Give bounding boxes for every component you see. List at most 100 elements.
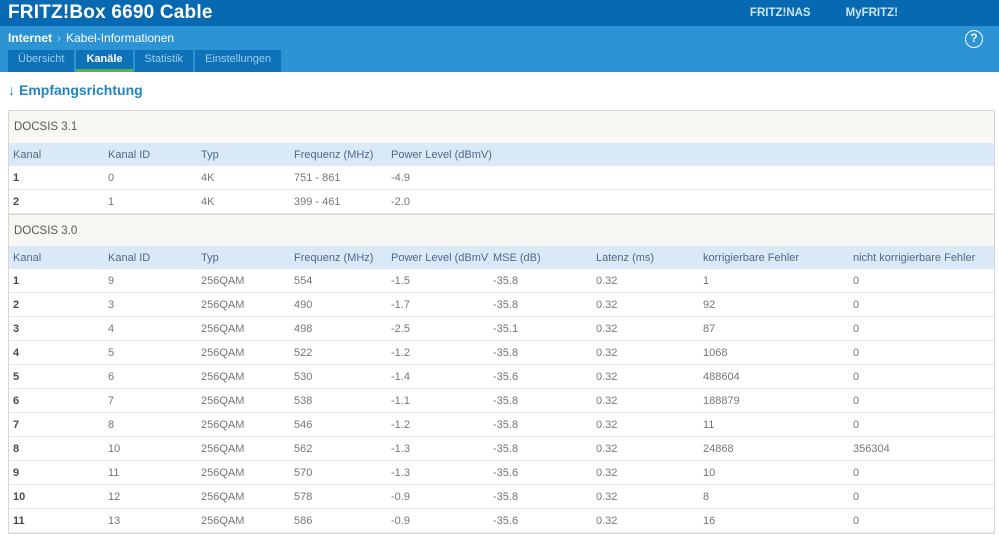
- cell: 1: [13, 274, 20, 287]
- column-header: Power Level (dBmV): [391, 251, 489, 264]
- column-header: Frequenz (MHz): [294, 251, 374, 264]
- cell: 256QAM: [201, 514, 245, 527]
- cell: 570: [294, 466, 313, 479]
- cell: 0: [853, 274, 860, 287]
- column-header: korrigierbare Fehler: [703, 251, 799, 264]
- cell: 0: [853, 346, 860, 359]
- column-header: Typ: [201, 251, 219, 264]
- cell: 0: [108, 171, 115, 184]
- table-row: 2 1 4K 399 - 461 -2.0: [9, 190, 994, 214]
- table-row: 2 3 256QAM 490 -1.7 -35.8 0.32 92 0: [9, 293, 994, 317]
- cell: -35.6: [493, 466, 519, 479]
- cell: 12: [108, 490, 121, 503]
- cell: 356304: [853, 442, 890, 455]
- tab-kanaele[interactable]: Kanäle: [76, 50, 133, 72]
- top-nav: FRITZ!NAS MyFRITZ!: [750, 0, 898, 26]
- sub-header-bar: Internet › Kabel-Informationen ? Übersic…: [0, 26, 999, 72]
- cell: 0: [853, 466, 860, 479]
- docsis30-body: 1 9 256QAM 554 -1.5 -35.8 0.32 1 0 2 3 256QAM 490 -1.…: [9, 269, 994, 533]
- cell: 256QAM: [201, 298, 245, 311]
- cell: 554: [294, 274, 313, 287]
- cell: 0: [853, 514, 860, 527]
- cell: 0.32: [596, 490, 618, 503]
- cell: -35.1: [493, 322, 519, 335]
- table-row: 5 6 256QAM 530 -1.4 -35.6 0.32 488604 0: [9, 365, 994, 389]
- help-icon[interactable]: ?: [965, 30, 983, 48]
- cell: 6: [13, 394, 20, 407]
- cell: -0.9: [391, 490, 410, 503]
- column-header: Kanal ID: [108, 251, 151, 264]
- column-header: Kanal: [13, 148, 42, 161]
- cell: -1.1: [391, 394, 410, 407]
- column-header: Frequenz (MHz): [294, 148, 374, 161]
- column-header: Kanal: [13, 251, 42, 264]
- cell: 5: [13, 370, 20, 383]
- tab-statistik[interactable]: Statistik: [134, 50, 194, 72]
- cell: 6: [108, 370, 115, 383]
- cell: 0: [853, 490, 860, 503]
- channel-tables-container: DOCSIS 3.1 Kanal Kanal ID Typ Frequenz (MHz…: [8, 110, 995, 534]
- docsis31-body: 1 0 4K 751 - 861 -4.9 2 1 4K 399 - 461 -2.0: [9, 166, 994, 214]
- cell: 256QAM: [201, 274, 245, 287]
- cell: 546: [294, 418, 313, 431]
- cell: 399 - 461: [294, 195, 341, 208]
- app-title: FRITZ!Box 6690 Cable: [8, 2, 213, 23]
- cell: 0.32: [596, 394, 618, 407]
- myfritz-link[interactable]: MyFRITZ!: [846, 7, 898, 19]
- fritznas-link[interactable]: FRITZ!NAS: [750, 7, 811, 19]
- cell: 256QAM: [201, 322, 245, 335]
- tab-uebersicht[interactable]: Übersicht: [8, 50, 75, 72]
- cell: 0.32: [596, 466, 618, 479]
- cell: -1.5: [391, 274, 410, 287]
- cell: -35.8: [493, 394, 519, 407]
- cell: 0: [853, 418, 860, 431]
- cell: -35.8: [493, 346, 519, 359]
- cell: 8: [703, 490, 710, 503]
- docsis31-table: DOCSIS 3.1 Kanal Kanal ID Typ Frequenz (MHz…: [9, 111, 994, 214]
- cell: 256QAM: [201, 394, 245, 407]
- breadcrumb-section[interactable]: Internet: [8, 31, 52, 45]
- cell: 3: [108, 298, 115, 311]
- cell: 0.32: [596, 418, 618, 431]
- breadcrumb-page: Kabel-Informationen: [66, 31, 175, 45]
- docsis31-header-row: Kanal Kanal ID Typ Frequenz (MHz) Power Leve…: [9, 143, 994, 166]
- cell: 751 - 861: [294, 171, 341, 184]
- cell: 13: [108, 514, 121, 527]
- cell: -1.4: [391, 370, 410, 383]
- cell: 2: [13, 298, 20, 311]
- tab-einstellungen[interactable]: Einstellungen: [195, 50, 282, 72]
- cell: 11: [108, 466, 120, 479]
- cell: 586: [294, 514, 313, 527]
- cell: 530: [294, 370, 313, 383]
- top-header-bar: FRITZ!Box 6690 Cable FRITZ!NAS MyFRITZ!: [0, 0, 999, 26]
- cell: 0.32: [596, 370, 618, 383]
- column-header: Typ: [201, 148, 219, 161]
- cell: 498: [294, 322, 313, 335]
- cell: 7: [108, 394, 115, 407]
- cell: 256QAM: [201, 490, 245, 503]
- cell: 488604: [703, 370, 740, 383]
- docsis30-header-row: Kanal Kanal ID Typ Frequenz (MHz) Power Leve…: [9, 246, 994, 269]
- table-row: 6 7 256QAM 538 -1.1 -35.8 0.32 188879 0: [9, 389, 994, 413]
- cell: 92: [703, 298, 716, 311]
- cell: 256QAM: [201, 466, 245, 479]
- table-row: 1 0 4K 751 - 861 -4.9: [9, 166, 994, 190]
- cell: 1: [108, 195, 115, 208]
- cell: 0.32: [596, 322, 618, 335]
- cell: 538: [294, 394, 313, 407]
- cell: -2.5: [391, 322, 410, 335]
- cell: 4: [13, 346, 20, 359]
- table-row: 9 11 256QAM 570 -1.3 -35.6 0.32 10 0: [9, 461, 994, 485]
- cell: 1: [703, 274, 710, 287]
- cell: -35.6: [493, 370, 519, 383]
- main-content: ↓ Empfangsrichtung DOCSIS 3.1 Kanal Kanal …: [0, 72, 999, 536]
- cell: 0: [853, 370, 860, 383]
- cell: 9: [13, 466, 20, 479]
- cell: 10: [13, 490, 26, 503]
- down-arrow-icon: ↓: [8, 82, 15, 98]
- cell: 8: [108, 418, 115, 431]
- cell: 490: [294, 298, 313, 311]
- cell: 0.32: [596, 442, 618, 455]
- table-row: 11 13 256QAM 586 -0.9 -35.6 0.32 16 0: [9, 509, 994, 533]
- cell: 0.32: [596, 346, 618, 359]
